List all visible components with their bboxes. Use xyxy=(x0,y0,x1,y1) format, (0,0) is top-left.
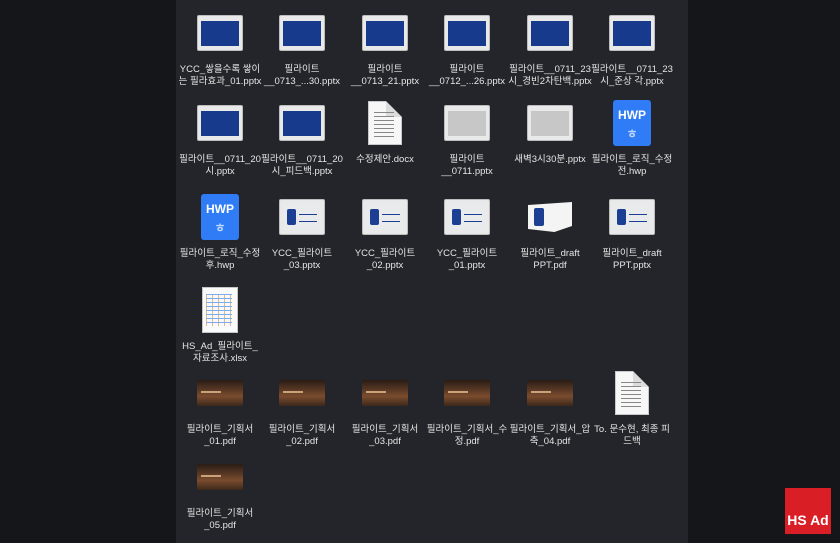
pptx-thumbnail-icon xyxy=(527,105,573,141)
file-label: 필라이트_로직_수정 전.hwp xyxy=(591,154,673,177)
pptx-thumbnail-icon xyxy=(279,15,325,51)
file-item[interactable]: 필라이트 __0711.pptx xyxy=(421,98,513,178)
file-item[interactable]: 필라이트 __0713_21.pptx xyxy=(339,8,431,88)
hwp-document-icon: HWP ㅎ xyxy=(201,194,239,240)
pptx-thumbnail-icon xyxy=(197,15,243,51)
file-label: YCC_필라이트 _01.pptx xyxy=(436,248,498,271)
file-label: 필라이트 __0711.pptx xyxy=(441,154,493,177)
file-item[interactable]: 수정제안.docx xyxy=(339,98,431,166)
file-item[interactable]: 필라이트__0711_20 시.pptx xyxy=(174,98,266,178)
pptx-thumbnail-icon xyxy=(444,15,490,51)
file-item[interactable]: 필라이트__0711_23 시_준상 각.pptx xyxy=(586,8,678,88)
file-item[interactable]: HWP ㅎ 필라이트_로직_수정 후.hwp xyxy=(174,192,266,272)
file-item[interactable]: To. 문수현, 최종 피 드백 xyxy=(586,368,678,448)
file-label: 필라이트__0711_20 시_피드백.pptx xyxy=(261,154,343,177)
xlsx-spreadsheet-icon xyxy=(202,287,238,333)
file-item[interactable]: 필라이트_기획서 _05.pdf xyxy=(174,452,266,532)
file-label: HS_Ad_필라이트_ 자료조사.xlsx xyxy=(182,341,258,364)
file-item[interactable]: 필라이트_기획서 _03.pdf xyxy=(339,368,431,448)
file-item[interactable]: YCC_필라이트 _01.pptx xyxy=(421,192,513,272)
pptx-thumbnail-icon xyxy=(444,105,490,141)
file-label: 필라이트_draft PPT.pdf xyxy=(520,248,580,271)
file-label: 필라이트_기획서 _02.pdf xyxy=(268,424,336,447)
file-item[interactable]: 새벽3시30분.pptx xyxy=(504,98,596,166)
pptx-thumbnail-icon xyxy=(609,199,655,235)
file-label: 필라이트__0711_23 시_준상 각.pptx xyxy=(591,64,673,87)
hwp-document-icon: HWP ㅎ xyxy=(613,100,651,146)
file-item[interactable]: 필라이트__0711_20 시_피드백.pptx xyxy=(256,98,348,178)
file-label: 새벽3시30분.pptx xyxy=(514,154,586,165)
pdf-thumbnail-icon xyxy=(528,202,572,232)
file-item[interactable]: 필라이트_draft PPT.pdf xyxy=(504,192,596,272)
file-item[interactable]: 필라이트__0711_23 시_경빈2차탄백.pptx xyxy=(504,8,596,88)
file-label: 필라이트 __0713_21.pptx xyxy=(350,64,420,87)
pdf-thumbnail-icon xyxy=(279,380,325,406)
pptx-thumbnail-icon xyxy=(279,199,325,235)
file-item[interactable]: 필라이트 __0712_...26.pptx xyxy=(421,8,513,88)
pptx-thumbnail-icon xyxy=(197,105,243,141)
pdf-thumbnail-icon xyxy=(197,380,243,406)
file-item[interactable]: HS_Ad_필라이트_ 자료조사.xlsx xyxy=(174,285,266,365)
file-label: 필라이트_로직_수정 후.hwp xyxy=(179,248,261,271)
file-label: 필라이트 __0712_...26.pptx xyxy=(428,64,506,87)
file-item[interactable]: 필라이트_draft PPT.pptx xyxy=(586,192,678,272)
file-item[interactable]: 필라이트_기획서 _01.pdf xyxy=(174,368,266,448)
text-document-icon xyxy=(615,371,649,415)
file-label: 수정제안.docx xyxy=(356,154,414,165)
file-item[interactable]: 필라이트_기획서 _02.pdf xyxy=(256,368,348,448)
file-item[interactable]: YCC_필라이트 _03.pptx xyxy=(256,192,348,272)
pptx-thumbnail-icon xyxy=(527,15,573,51)
file-label: 필라이트_draft PPT.pptx xyxy=(602,248,662,271)
file-label: YCC_쌓을수록 쌓이 는 필라효과_01.pptx xyxy=(178,64,262,87)
file-label: 필라이트__0711_20 시.pptx xyxy=(179,154,261,177)
file-item[interactable]: YCC_필라이트 _02.pptx xyxy=(339,192,431,272)
file-label: YCC_필라이트 _03.pptx xyxy=(271,248,333,271)
file-item[interactable]: 필라이트_기획서_수 정.pdf xyxy=(421,368,513,448)
file-label: 필라이트 __0713_...30.pptx xyxy=(263,64,341,87)
pptx-thumbnail-icon xyxy=(609,15,655,51)
pdf-thumbnail-icon xyxy=(362,380,408,406)
pptx-thumbnail-icon xyxy=(279,105,325,141)
docx-document-icon xyxy=(368,101,402,145)
file-item[interactable]: YCC_쌓을수록 쌓이 는 필라효과_01.pptx xyxy=(174,8,266,88)
pptx-thumbnail-icon xyxy=(362,15,408,51)
finder-window: YCC_쌓을수록 쌓이 는 필라효과_01.pptx 필라이트 __0713_.… xyxy=(176,0,688,543)
file-label: 필라이트_기획서_수 정.pdf xyxy=(426,424,508,447)
file-label: 필라이트_기획서 _01.pdf xyxy=(186,424,254,447)
file-item[interactable]: 필라이트 __0713_...30.pptx xyxy=(256,8,348,88)
file-label: 필라이트_기획서 _03.pdf xyxy=(351,424,419,447)
file-label: 필라이트_기획서_압 축_04.pdf xyxy=(509,424,591,447)
file-label: 필라이트_기획서 _05.pdf xyxy=(186,508,254,531)
hs-ad-logo: HS Ad xyxy=(785,488,831,534)
file-item[interactable]: 필라이트_기획서_압 축_04.pdf xyxy=(504,368,596,448)
pptx-thumbnail-icon xyxy=(444,199,490,235)
file-item[interactable]: HWP ㅎ 필라이트_로직_수정 전.hwp xyxy=(586,98,678,178)
file-label: 필라이트__0711_23 시_경빈2차탄백.pptx xyxy=(508,64,592,87)
file-label: YCC_필라이트 _02.pptx xyxy=(354,248,416,271)
file-label: To. 문수현, 최종 피 드백 xyxy=(594,424,670,447)
pptx-thumbnail-icon xyxy=(362,199,408,235)
pdf-thumbnail-icon xyxy=(197,464,243,490)
pdf-thumbnail-icon xyxy=(527,380,573,406)
pdf-thumbnail-icon xyxy=(444,380,490,406)
